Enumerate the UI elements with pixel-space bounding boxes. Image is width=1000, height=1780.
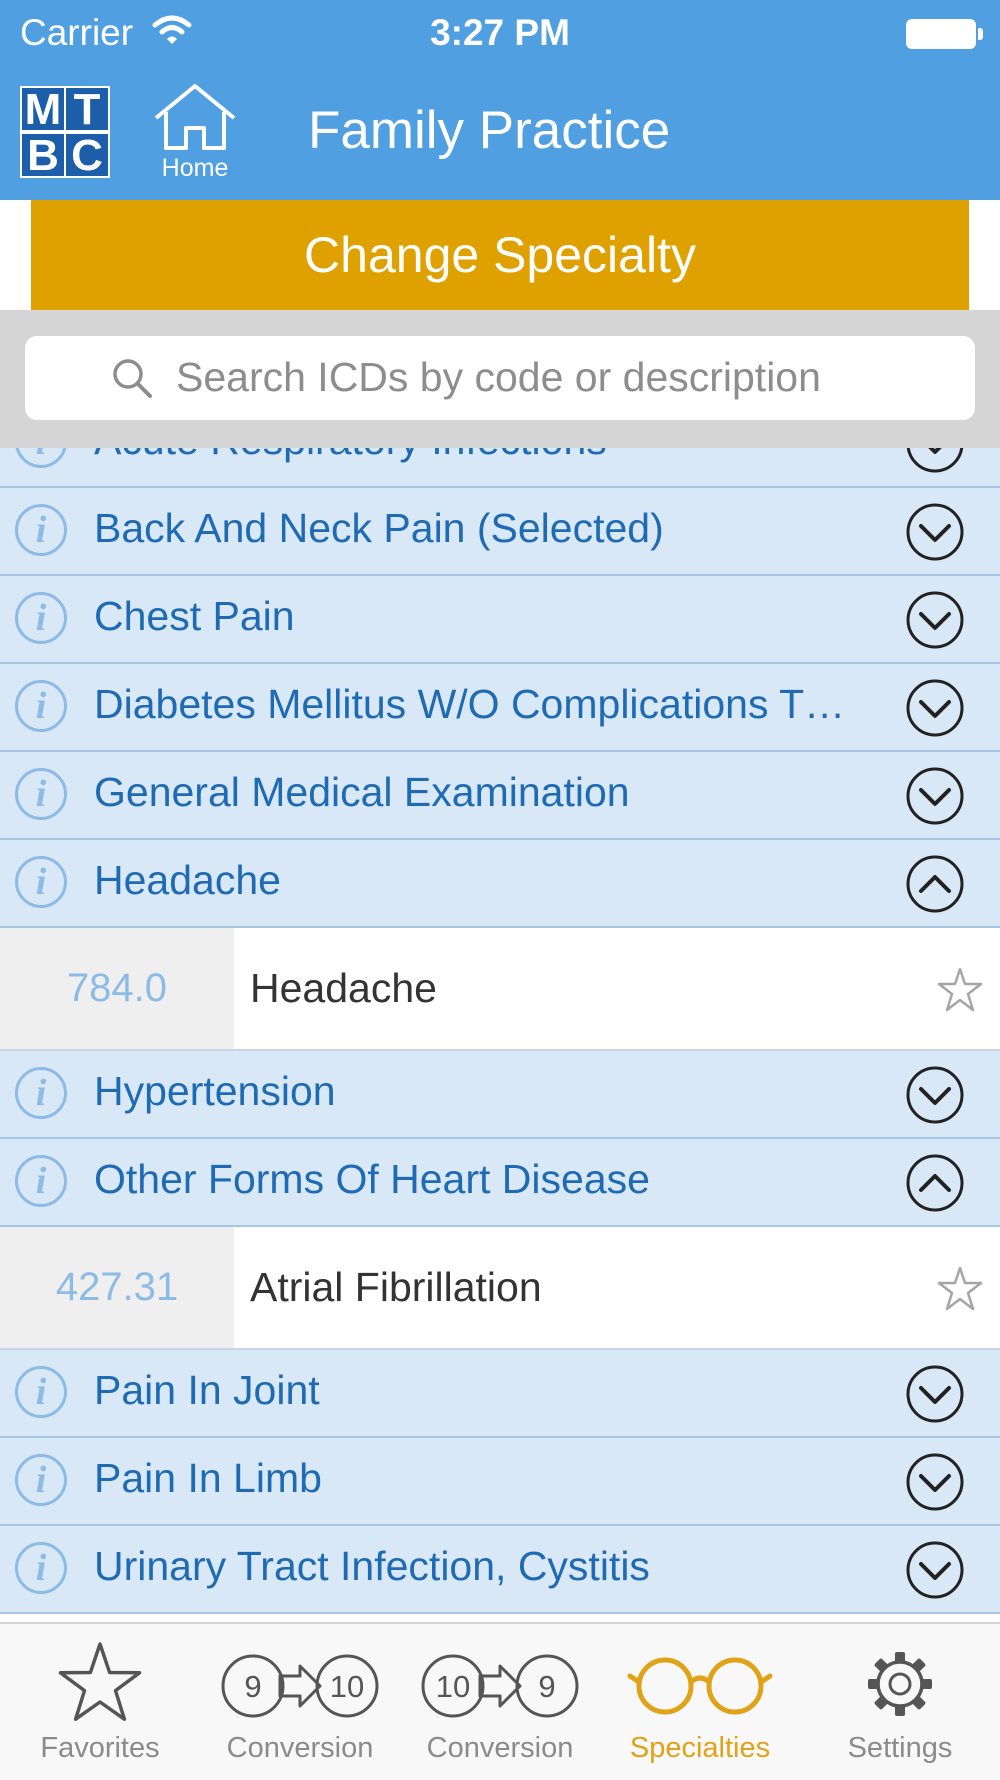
status-time: 3:27 PM [430, 12, 570, 53]
group-row[interactable]: i Pain In Limb [0, 1438, 1000, 1526]
info-icon[interactable]: i [15, 768, 67, 820]
group-row[interactable]: i Pain In Joint [0, 1350, 1000, 1438]
page-title: Family Practice [308, 101, 671, 160]
favorite-star-icon[interactable] [936, 1265, 984, 1318]
change-specialty-button[interactable]: Change Specialty [31, 200, 969, 310]
logo-letter: C [66, 134, 108, 178]
info-icon[interactable]: i [15, 1454, 67, 1506]
logo-letter: T [66, 88, 108, 132]
favorite-star-icon[interactable] [936, 966, 984, 1019]
group-row[interactable]: i Urinary Tract Infection, Cystitis [0, 1526, 1000, 1614]
svg-text:9: 9 [244, 1669, 261, 1704]
group-row[interactable]: i Other Forms Of Heart Disease [0, 1139, 1000, 1227]
group-row[interactable]: i Hypertension [0, 1051, 1000, 1139]
info-icon[interactable]: i [15, 448, 67, 468]
chevron-down-icon[interactable] [906, 767, 964, 825]
info-icon[interactable]: i [15, 680, 67, 732]
chevron-down-icon[interactable] [906, 1066, 964, 1124]
svg-text:9: 9 [538, 1669, 555, 1704]
home-button[interactable]: Home [150, 82, 240, 182]
group-row[interactable]: i Acute Respiratory Infections [0, 448, 1000, 488]
glasses-icon [627, 1657, 773, 1715]
group-label: Chest Pain [94, 593, 295, 639]
group-label: Acute Respiratory Infections [94, 448, 894, 464]
group-row[interactable]: i Chest Pain [0, 576, 1000, 664]
info-icon[interactable]: i [15, 592, 67, 644]
search-bar: Search ICDs by code or description [0, 310, 1000, 448]
tab-bar: Favorites 9 10 Conversion 10 9 Conversio… [0, 1622, 1000, 1780]
icd-code-row[interactable]: 784.0 Headache [0, 928, 1000, 1051]
icd9-to-icd10-icon: 9 10 [221, 1654, 379, 1718]
info-icon[interactable]: i [15, 1067, 67, 1119]
tab-settings[interactable]: Settings [800, 1624, 1000, 1780]
logo-letter: B [22, 134, 64, 178]
app-header: Carrier 3:27 PM M T B C Home Family Prac… [0, 0, 1000, 200]
tab-label: Specialties [629, 1732, 771, 1764]
mtbc-logo: M T B C [20, 86, 110, 178]
star-icon [58, 1642, 142, 1721]
info-icon[interactable]: i [15, 1542, 67, 1594]
info-icon[interactable]: i [15, 1366, 67, 1418]
tab-conversion-10-to-9[interactable]: 10 9 Conversion [400, 1624, 600, 1780]
icd-code-row[interactable]: 427.31 Atrial Fibrillation [0, 1227, 1000, 1350]
home-icon [154, 84, 236, 150]
chevron-down-icon[interactable] [906, 1453, 964, 1511]
icd-description: Atrial Fibrillation [250, 1264, 542, 1310]
chevron-up-icon[interactable] [906, 1154, 964, 1212]
chevron-down-icon[interactable] [906, 679, 964, 737]
chevron-down-icon[interactable] [906, 1541, 964, 1599]
tab-label: Favorites [40, 1732, 160, 1764]
group-label: Hypertension [94, 1068, 336, 1114]
chevron-down-icon[interactable] [906, 591, 964, 649]
icd-code: 784.0 [0, 928, 234, 1049]
group-label: Diabetes Mellitus W/O Complications T… [94, 681, 846, 727]
icd-description: Headache [250, 965, 437, 1011]
svg-text:10: 10 [330, 1669, 364, 1704]
group-row[interactable]: i Back And Neck Pain (Selected) [0, 488, 1000, 576]
info-icon[interactable]: i [15, 504, 67, 556]
gear-icon [868, 1652, 932, 1716]
info-icon[interactable]: i [15, 856, 67, 908]
chevron-down-icon[interactable] [906, 1365, 964, 1423]
group-label: Urinary Tract Infection, Cystitis [94, 1543, 650, 1589]
group-row[interactable]: i General Medical Examination [0, 752, 1000, 840]
group-label: Pain In Limb [94, 1455, 322, 1501]
tab-favorites[interactable]: Favorites [0, 1624, 200, 1780]
chevron-down-icon[interactable] [906, 448, 964, 473]
tab-label: Conversion [226, 1732, 374, 1764]
icd10-to-icd9-icon: 10 9 [421, 1654, 579, 1718]
svg-text:10: 10 [436, 1669, 470, 1704]
battery-icon [906, 19, 976, 49]
tab-conversion-9-to-10[interactable]: 9 10 Conversion [200, 1624, 400, 1780]
home-label: Home [161, 154, 229, 182]
group-row[interactable]: i Diabetes Mellitus W/O Complications T… [0, 664, 1000, 752]
logo-letter: M [22, 88, 64, 132]
tab-specialties[interactable]: Specialties [600, 1624, 800, 1780]
chevron-up-icon[interactable] [906, 855, 964, 913]
search-input[interactable]: Search ICDs by code or description [25, 336, 975, 420]
group-label: Headache [94, 857, 281, 903]
group-label: General Medical Examination [94, 769, 630, 815]
group-label: Pain In Joint [94, 1367, 320, 1413]
icd-code: 427.31 [0, 1227, 234, 1348]
group-label: Back And Neck Pain (Selected) [94, 505, 664, 551]
search-icon [113, 359, 152, 398]
search-placeholder: Search ICDs by code or description [176, 354, 821, 400]
group-label: Other Forms Of Heart Disease [94, 1156, 650, 1202]
info-icon[interactable]: i [15, 1155, 67, 1207]
chevron-down-icon[interactable] [906, 503, 964, 561]
group-row[interactable]: i Headache [0, 840, 1000, 928]
tab-label: Conversion [426, 1732, 574, 1764]
icd-group-list[interactable]: i Acute Respiratory Infections i Back And N… [0, 448, 1000, 1622]
tab-label: Settings [847, 1732, 953, 1764]
